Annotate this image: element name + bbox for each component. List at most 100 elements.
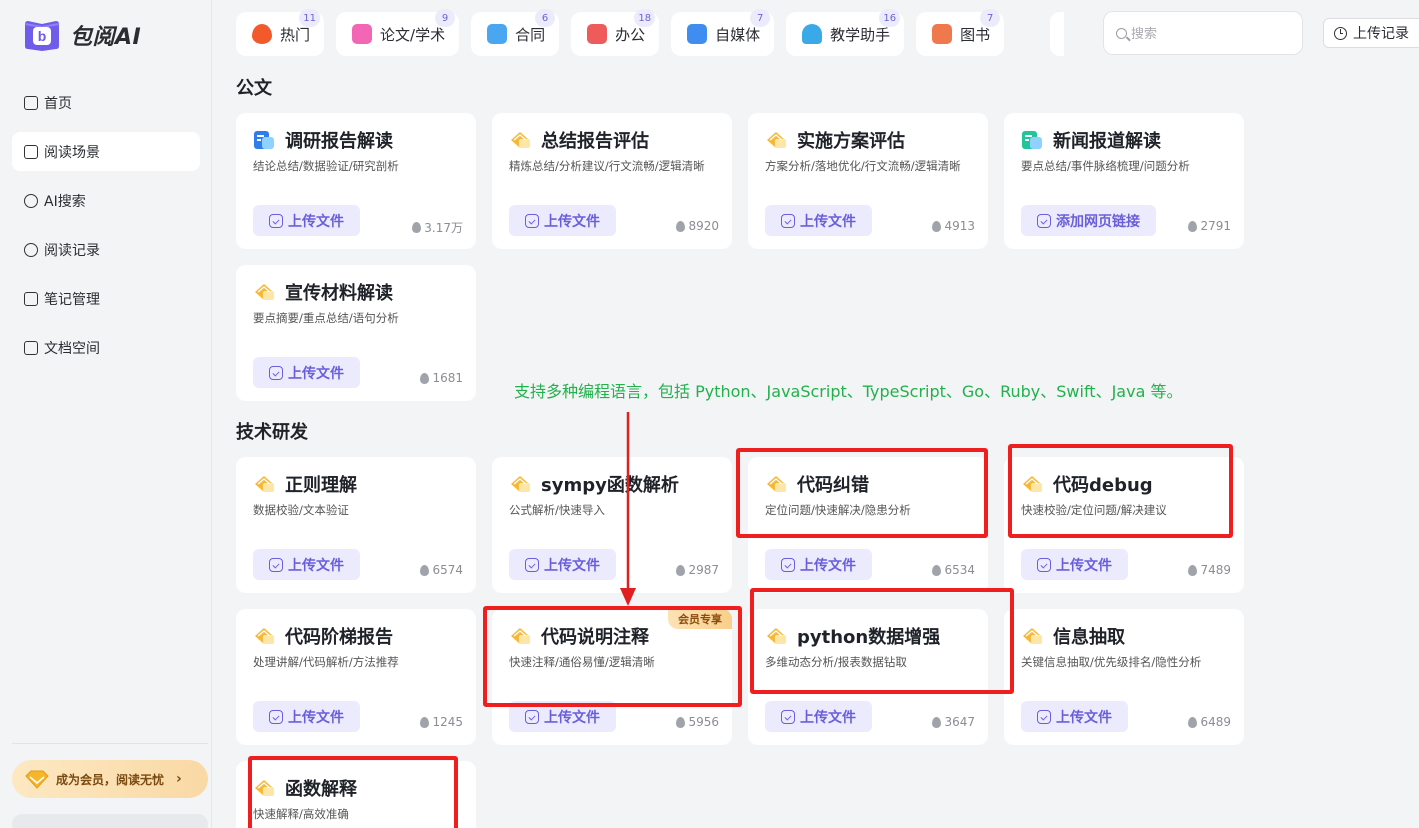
tab-overflow[interactable] <box>1050 12 1064 56</box>
highlight-box <box>1008 444 1233 538</box>
fire-icon <box>932 220 942 232</box>
upload-button[interactable]: 上传文件 <box>253 701 360 732</box>
usage-count-value: 1245 <box>432 715 463 729</box>
tab-papers[interactable]: 论文/学术 9 <box>336 9 460 56</box>
upload-button[interactable]: 上传文件 <box>765 205 872 236</box>
clock-icon <box>1334 26 1347 40</box>
upload-button[interactable]: 上传文件 <box>1021 701 1128 732</box>
upload-icon <box>525 557 539 572</box>
fire-icon <box>676 564 686 576</box>
search-box[interactable] <box>1103 11 1303 55</box>
scene-gem-icon <box>255 628 274 644</box>
upload-icon <box>269 709 283 724</box>
usage-count-value: 1681 <box>432 371 463 385</box>
upload-button-label: 上传文件 <box>544 557 600 574</box>
office-icon <box>587 24 608 44</box>
diamond-icon <box>25 770 49 789</box>
card-title: 调研报告解读 <box>285 131 393 152</box>
fire-icon <box>420 564 430 576</box>
sidebar-nav: 首页 阅读场景 AI搜索 阅读记录 笔记管理 文档空间 <box>12 83 200 377</box>
scene-card[interactable]: 总结报告评估 精炼总结/分析建议/行文流畅/逻辑清晰 上传文件 8920 <box>492 113 732 249</box>
book-icon <box>24 291 38 306</box>
upload-button-label: 上传文件 <box>800 557 856 574</box>
scene-card[interactable]: 宣传材料解读要点摘要/重点总结/语句分析上传文件 1681 <box>236 265 476 401</box>
upload-button[interactable]: 上传文件 <box>253 549 360 580</box>
upload-button-label: 上传文件 <box>288 557 344 574</box>
sidebar-item-doc-space[interactable]: 文档空间 <box>12 328 200 367</box>
become-member-button[interactable]: 成为会员，阅读无忧 › <box>12 760 208 798</box>
highlight-box <box>483 606 742 707</box>
sidebar-user-area[interactable] <box>12 814 208 828</box>
card-header: sympy函数解析 <box>509 471 679 497</box>
fire-icon <box>420 372 430 384</box>
book-logo-icon: b <box>24 21 60 51</box>
card-description: 要点摘要/重点总结/语句分析 <box>253 311 399 325</box>
upload-button-label: 上传文件 <box>544 213 600 230</box>
paper-icon <box>352 24 373 44</box>
card-header: 调研报告解读 <box>253 127 393 153</box>
upload-button[interactable]: 添加网页链接 <box>1021 205 1156 236</box>
count-badge: 16 <box>879 9 901 27</box>
sidebar-item-notes[interactable]: 笔记管理 <box>12 279 200 318</box>
tab-teaching[interactable]: 教学助手 16 <box>786 9 905 56</box>
upload-button[interactable]: 上传文件 <box>765 549 872 580</box>
card-header: 总结报告评估 <box>509 127 649 153</box>
card-description: 公式解析/快速导入 <box>509 503 605 517</box>
logo[interactable]: b 包阅AI <box>22 18 141 52</box>
usage-count-value: 2987 <box>688 563 719 577</box>
card-header: 新闻报道解读 <box>1021 127 1161 153</box>
scene-card[interactable]: 代码阶梯报告处理讲解/代码解析/方法推荐上传文件 1245 <box>236 609 476 745</box>
upload-button-label: 上传文件 <box>1056 557 1112 574</box>
scene-card[interactable]: 调研报告解读 结论总结/数据验证/研究剖析 上传文件 3.17万 <box>236 113 476 249</box>
scene-card[interactable]: 正则理解 数据校验/文本验证 上传文件 6574 <box>236 457 476 593</box>
search-spark-icon <box>24 193 38 208</box>
sidebar-item-home[interactable]: 首页 <box>12 83 200 122</box>
upload-button[interactable]: 上传文件 <box>509 205 616 236</box>
fire-icon <box>420 716 430 728</box>
sidebar-item-ai-search[interactable]: AI搜索 <box>12 181 200 220</box>
scene-card[interactable]: 新闻报道解读 要点总结/事件脉络梳理/问题分析 添加网页链接 2791 <box>1004 113 1244 249</box>
card-title: 代码阶梯报告 <box>285 627 393 648</box>
card-header: 宣传材料解读 <box>253 279 393 305</box>
sidebar-item-reading-scenes[interactable]: 阅读场景 <box>12 132 200 171</box>
scene-card[interactable]: 信息抽取 关键信息抽取/优先级排名/隐性分析 上传文件 6489 <box>1004 609 1244 745</box>
usage-count-value: 7489 <box>1200 563 1231 577</box>
upload-button[interactable]: 上传文件 <box>765 701 872 732</box>
sidebar-item-label: 笔记管理 <box>44 291 100 308</box>
tab-label: 教学助手 <box>830 25 891 44</box>
tab-media[interactable]: 自媒体 7 <box>671 9 775 56</box>
tab-books[interactable]: 图书 7 <box>916 9 1005 56</box>
scene-gem-icon <box>255 476 274 492</box>
chevron-right-icon: › <box>176 771 182 787</box>
fire-icon <box>676 220 686 232</box>
fire-icon <box>1188 716 1198 728</box>
upload-records-button[interactable]: 上传记录 <box>1323 18 1419 48</box>
search-input[interactable] <box>1131 25 1291 41</box>
card-description: 处理讲解/代码解析/方法推荐 <box>253 655 399 669</box>
upload-button[interactable]: 上传文件 <box>253 357 360 388</box>
usage-count: 3647 <box>932 715 975 729</box>
highlight-box <box>736 448 988 538</box>
usage-count-value: 8920 <box>688 219 719 233</box>
tab-office[interactable]: 办公 18 <box>571 9 660 56</box>
usage-count: 7489 <box>1188 563 1231 577</box>
card-description: 关键信息抽取/优先级排名/隐性分析 <box>1021 655 1202 669</box>
upload-button-label: 上传文件 <box>800 709 856 726</box>
scene-card[interactable]: sympy函数解析公式解析/快速导入上传文件 2987 <box>492 457 732 593</box>
usage-count: 6574 <box>420 563 463 577</box>
upload-button-label: 上传文件 <box>288 709 344 726</box>
tab-hot[interactable]: 热门 11 <box>236 9 325 56</box>
upload-button[interactable]: 上传文件 <box>509 549 616 580</box>
upload-button[interactable]: 上传文件 <box>1021 549 1128 580</box>
sidebar-item-reading-history[interactable]: 阅读记录 <box>12 230 200 269</box>
usage-count-value: 3647 <box>944 715 975 729</box>
card-title: 实施方案评估 <box>797 131 905 152</box>
count-badge: 11 <box>299 9 321 27</box>
upload-button[interactable]: 上传文件 <box>253 205 360 236</box>
usage-count: 6489 <box>1188 715 1231 729</box>
card-description: 结论总结/数据验证/研究剖析 <box>253 159 399 173</box>
usage-count: 5956 <box>676 715 719 729</box>
tab-contract[interactable]: 合同 6 <box>471 9 560 56</box>
highlight-box <box>750 588 1014 694</box>
scene-card[interactable]: 实施方案评估 方案分析/落地优化/行文流畅/逻辑清晰 上传文件 4913 <box>748 113 988 249</box>
